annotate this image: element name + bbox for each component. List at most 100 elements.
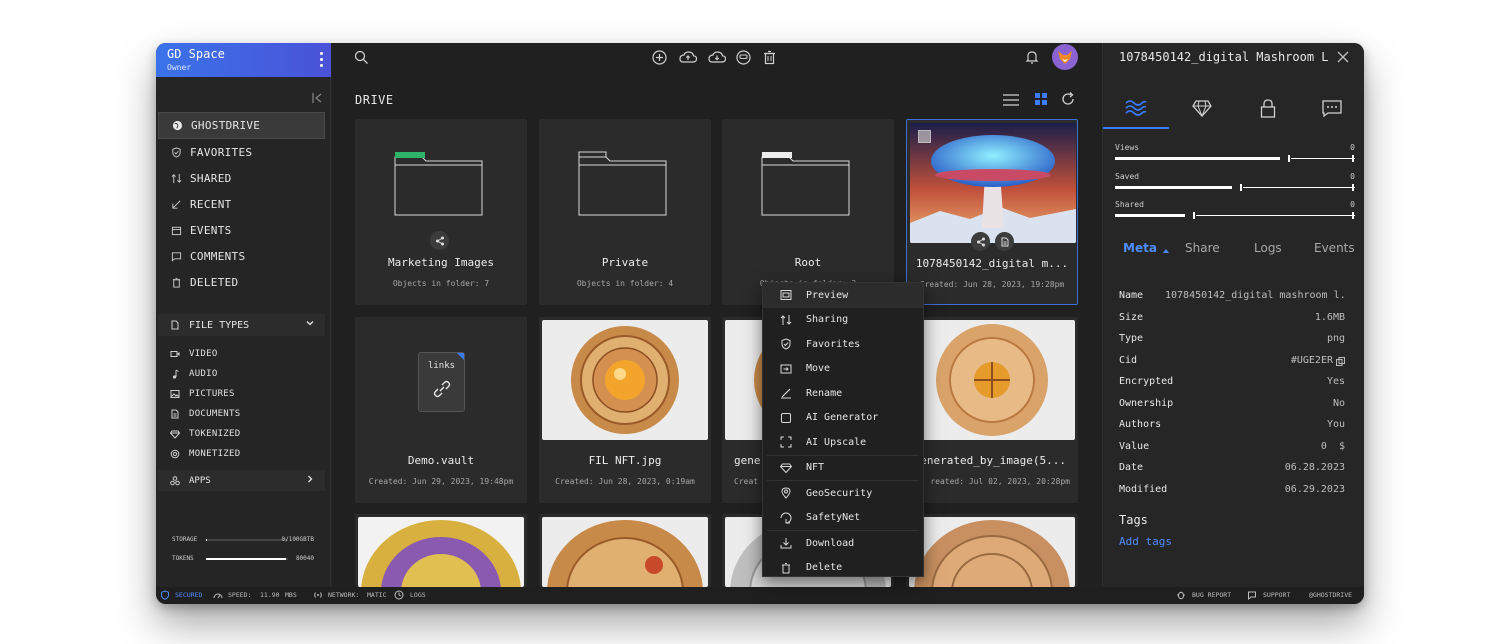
tab-comments[interactable]: [1299, 87, 1364, 129]
speed-unit: MBS: [285, 591, 297, 599]
menu-item-preview[interactable]: Preview: [763, 283, 923, 308]
menu-item-delete[interactable]: Delete: [763, 556, 923, 581]
menu-item-ai-upscale[interactable]: AI Upscale: [763, 430, 923, 455]
support-link[interactable]: SUPPORT: [1263, 591, 1290, 599]
add-tags-link[interactable]: Add tags: [1119, 535, 1172, 548]
sidebar-item-comments[interactable]: COMMENTS: [158, 243, 325, 269]
file-card-row3-4[interactable]: [906, 514, 1078, 587]
tags-heading: Tags: [1119, 513, 1148, 527]
kebab-menu-icon[interactable]: [320, 52, 324, 68]
tab-security[interactable]: [1235, 87, 1301, 129]
bell-icon[interactable]: [1024, 49, 1040, 65]
collapse-sidebar-icon[interactable]: [310, 91, 324, 105]
meta-key: Value: [1119, 440, 1150, 452]
vault-icon[interactable]: [735, 49, 752, 66]
grid-view-icon[interactable]: [1034, 92, 1048, 106]
menu-item-move[interactable]: Move: [763, 357, 923, 382]
menu-item-rename[interactable]: Rename: [763, 381, 923, 406]
file-type-documents[interactable]: DOCUMENTS: [158, 404, 325, 424]
subtab-logs[interactable]: Logs: [1254, 241, 1282, 255]
file-type-pictures[interactable]: PICTURES: [158, 384, 325, 404]
picture-icon: [170, 389, 180, 399]
menu-item-label: Move: [806, 363, 831, 375]
file-type-video[interactable]: VIDEO: [158, 344, 325, 364]
stat-value: 0: [1350, 143, 1355, 152]
file-types-list: VIDEO AUDIO PICTURES DOCUMENTS TOKENIZED…: [158, 344, 325, 464]
sidebar-item-recent[interactable]: RECENT: [158, 191, 325, 217]
sidebar-item-events[interactable]: EVENTS: [158, 217, 325, 243]
sidebar-nav: GHOSTDRIVE FAVORITES SHARED RECENT EVENT…: [158, 112, 325, 295]
subtab-events[interactable]: Events: [1314, 241, 1355, 255]
stat-tick: [1352, 155, 1354, 162]
bug-report-link[interactable]: BUG REPORT: [1192, 591, 1231, 599]
search-icon[interactable]: [354, 50, 369, 65]
file-type-audio[interactable]: AUDIO: [158, 364, 325, 384]
menu-item-geosecurity[interactable]: GeoSecurity: [763, 481, 923, 506]
file-card-demo-vault[interactable]: links Demo.vault Created: Jun 29, 2023, …: [355, 317, 527, 503]
sidebar-item-favorites[interactable]: FAVORITES: [158, 139, 325, 165]
sidebar-item-ghostdrive[interactable]: GHOSTDRIVE: [158, 112, 325, 139]
share-icon[interactable]: [430, 231, 449, 250]
vault-file-icon: links: [418, 352, 465, 412]
folder-card-private[interactable]: Private Objects in folder: 4: [539, 119, 711, 305]
cloud-upload-icon[interactable]: [678, 49, 698, 66]
tab-nft[interactable]: [1169, 87, 1235, 129]
close-icon[interactable]: [1336, 49, 1350, 63]
main-area: DRIVE Marketing Images Objects in folder…: [332, 43, 1102, 587]
meta-row: Encrypted Yes: [1119, 373, 1345, 395]
tokens-label: TOKENS: [172, 555, 194, 562]
file-types-toggle[interactable]: FILE TYPES: [158, 314, 325, 336]
card-subtitle: Created: Jun 28, 2023, 19:28pm: [919, 280, 1065, 289]
file-type-monetized[interactable]: MONETIZED: [158, 444, 325, 464]
file-card-generated-by-image[interactable]: enerated_by_image(5... reated: Jul 02, 2…: [906, 317, 1078, 503]
file-type-tokenized[interactable]: TOKENIZED: [158, 424, 325, 444]
folder-card-marketing-images[interactable]: Marketing Images Objects in folder: 7: [355, 119, 527, 305]
app-window: GD Space Owner GHOSTDRIVE FAVORITES SHAR…: [156, 43, 1364, 604]
select-checkbox[interactable]: [918, 130, 931, 143]
subtab-meta[interactable]: Meta: [1123, 241, 1157, 255]
meta-row: Name 1078450142_digital mashroom l...: [1119, 287, 1345, 309]
menu-item-label: Favorites: [806, 338, 861, 350]
trash-icon[interactable]: [761, 49, 778, 66]
space-switcher[interactable]: GD Space Owner: [156, 43, 331, 77]
panel-icon-tabs: [1103, 87, 1364, 129]
meta-value: 1078450142_digital mashroom l...: [1165, 290, 1345, 301]
card-subtitle: Created: Jun 28, 2023, 0:19am: [555, 477, 695, 486]
stat-line: [1291, 158, 1355, 159]
file-type-label: DOCUMENTS: [189, 409, 241, 419]
menu-item-ai-generator[interactable]: AI Generator: [763, 406, 923, 431]
logs-link[interactable]: LOGS: [410, 591, 426, 599]
file-card-row3-1[interactable]: [355, 514, 527, 587]
avatar[interactable]: [1052, 44, 1078, 70]
sidebar-item-shared[interactable]: SHARED: [158, 165, 325, 191]
menu-item-favorites[interactable]: Favorites: [763, 332, 923, 357]
menu-item-nft[interactable]: NFT: [763, 456, 923, 481]
support-icon: [1248, 591, 1256, 600]
menu-item-safetynet[interactable]: SafetyNet: [763, 506, 923, 531]
stat-label: Views: [1115, 143, 1140, 152]
folder-card-root[interactable]: Root Objects in folder: 2: [722, 119, 894, 305]
waves-icon: [1125, 100, 1147, 116]
subtab-share[interactable]: Share: [1185, 241, 1220, 255]
handle-link[interactable]: @GHOSTDRIVE: [1309, 591, 1352, 599]
preview-icon: [780, 290, 792, 300]
menu-item-download[interactable]: Download: [763, 531, 923, 556]
cloud-download-icon[interactable]: [707, 49, 727, 66]
link-icon: [433, 380, 451, 398]
file-card-mushroom[interactable]: 1078450142_digital m... Created: Jun 28,…: [906, 119, 1078, 305]
apps-icon: [170, 475, 180, 486]
apps-toggle[interactable]: APPS: [158, 470, 325, 491]
refresh-icon[interactable]: [1060, 91, 1076, 107]
tokens-track: [206, 558, 288, 560]
list-view-icon[interactable]: [1002, 93, 1020, 107]
file-card-fil-nft[interactable]: FIL NFT.jpg Created: Jun 28, 2023, 0:19a…: [539, 317, 711, 503]
menu-item-sharing[interactable]: Sharing: [763, 308, 923, 333]
copy-icon[interactable]: [1336, 356, 1345, 366]
info-doc-icon[interactable]: [995, 232, 1014, 251]
meta-row: Authors You: [1119, 416, 1345, 438]
sidebar-item-deleted[interactable]: DELETED: [158, 269, 325, 295]
share-icon[interactable]: [971, 232, 990, 251]
tab-activity[interactable]: [1103, 87, 1169, 129]
add-icon[interactable]: [651, 49, 668, 66]
file-card-row3-2[interactable]: [539, 514, 711, 587]
